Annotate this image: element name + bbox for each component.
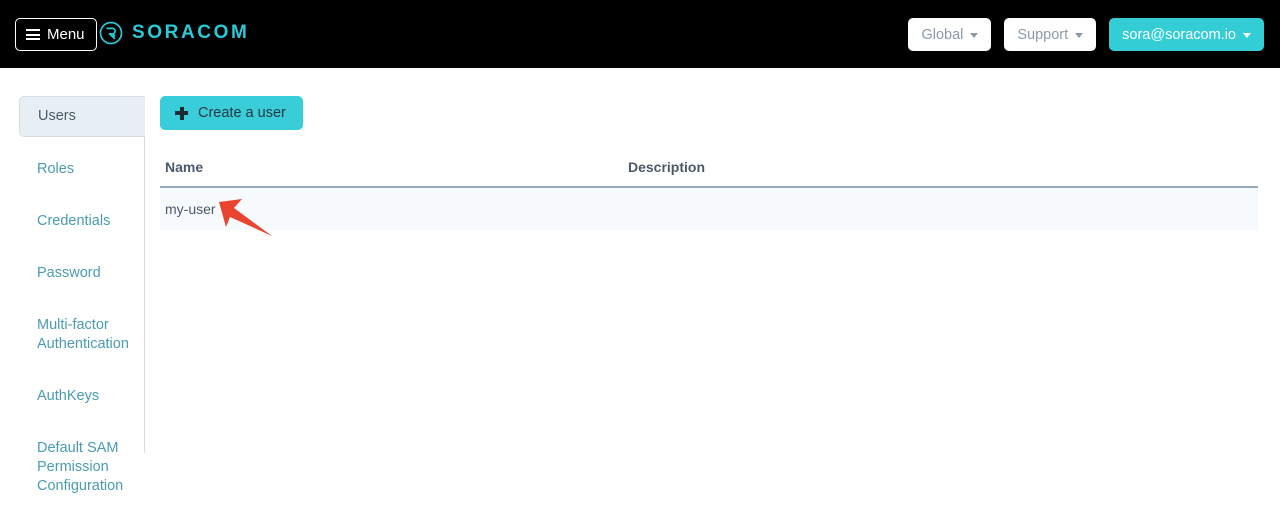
sidebar-item-label: Roles [37,161,75,177]
cell-user-description [623,187,1258,230]
sidebar-item-authkeys[interactable]: AuthKeys [20,377,144,416]
sidebar-item-roles[interactable]: Roles [20,150,144,189]
sidebar-item-users[interactable]: Users [19,96,145,137]
menu-button[interactable]: Menu [15,18,97,51]
users-table-body: my-user [160,187,1258,230]
sidebar-nav: Users Roles Credentials Password Multi-f… [19,96,145,494]
account-menu-label: sora@soracom.io [1122,26,1236,43]
soracom-logo-icon [99,21,123,45]
table-header-row: Name Description [160,159,1258,188]
coverage-selector-button[interactable]: Global [908,18,992,51]
sidebar-item-credentials[interactable]: Credentials [20,202,144,241]
support-menu-label: Support [1017,26,1069,43]
create-user-button[interactable]: Create a user [160,96,303,130]
chevron-down-icon [970,33,979,38]
sidebar-item-password[interactable]: Password [20,254,144,293]
chevron-down-icon [1243,33,1251,38]
table-row[interactable]: my-user [160,187,1258,230]
main-content: Create a user Name Description my-user [160,96,1258,230]
brand-logo[interactable]: SORACOM [99,21,249,45]
account-menu-button[interactable]: sora@soracom.io [1109,18,1264,51]
sidebar-item-label: Credentials [37,213,111,229]
cell-user-name[interactable]: my-user [160,187,623,230]
sidebar-item-label: Users [38,108,76,124]
users-table: Name Description my-user [160,159,1258,230]
top-navbar: Menu SORACOM Global Support sora@soracom… [0,0,1280,68]
chevron-down-icon [1075,33,1084,38]
brand-name: SORACOM [132,22,250,43]
sidebar-item-label: Default SAM Permission Configuration [37,440,124,494]
sidebar-item-label: AuthKeys [37,388,100,404]
users-table-head: Name Description [160,159,1258,188]
column-header-name[interactable]: Name [160,159,623,188]
menu-button-label: Menu [47,26,85,43]
column-header-description[interactable]: Description [623,159,1258,188]
plus-icon [175,106,188,120]
create-user-button-label: Create a user [198,105,286,121]
sidebar-item-default-sam-permission-configuration[interactable]: Default SAM Permission Configuration [20,429,144,506]
coverage-selector-label: Global [921,26,964,43]
support-menu-button[interactable]: Support [1004,18,1097,51]
sidebar-item-label: Multi-factor Authentication [37,317,129,352]
sidebar-item-label: Password [37,265,101,281]
navbar-right-group: Global Support sora@soracom.io [908,18,1264,51]
sidebar-item-multi-factor-authentication[interactable]: Multi-factor Authentication [20,306,144,364]
hamburger-icon [26,29,40,40]
